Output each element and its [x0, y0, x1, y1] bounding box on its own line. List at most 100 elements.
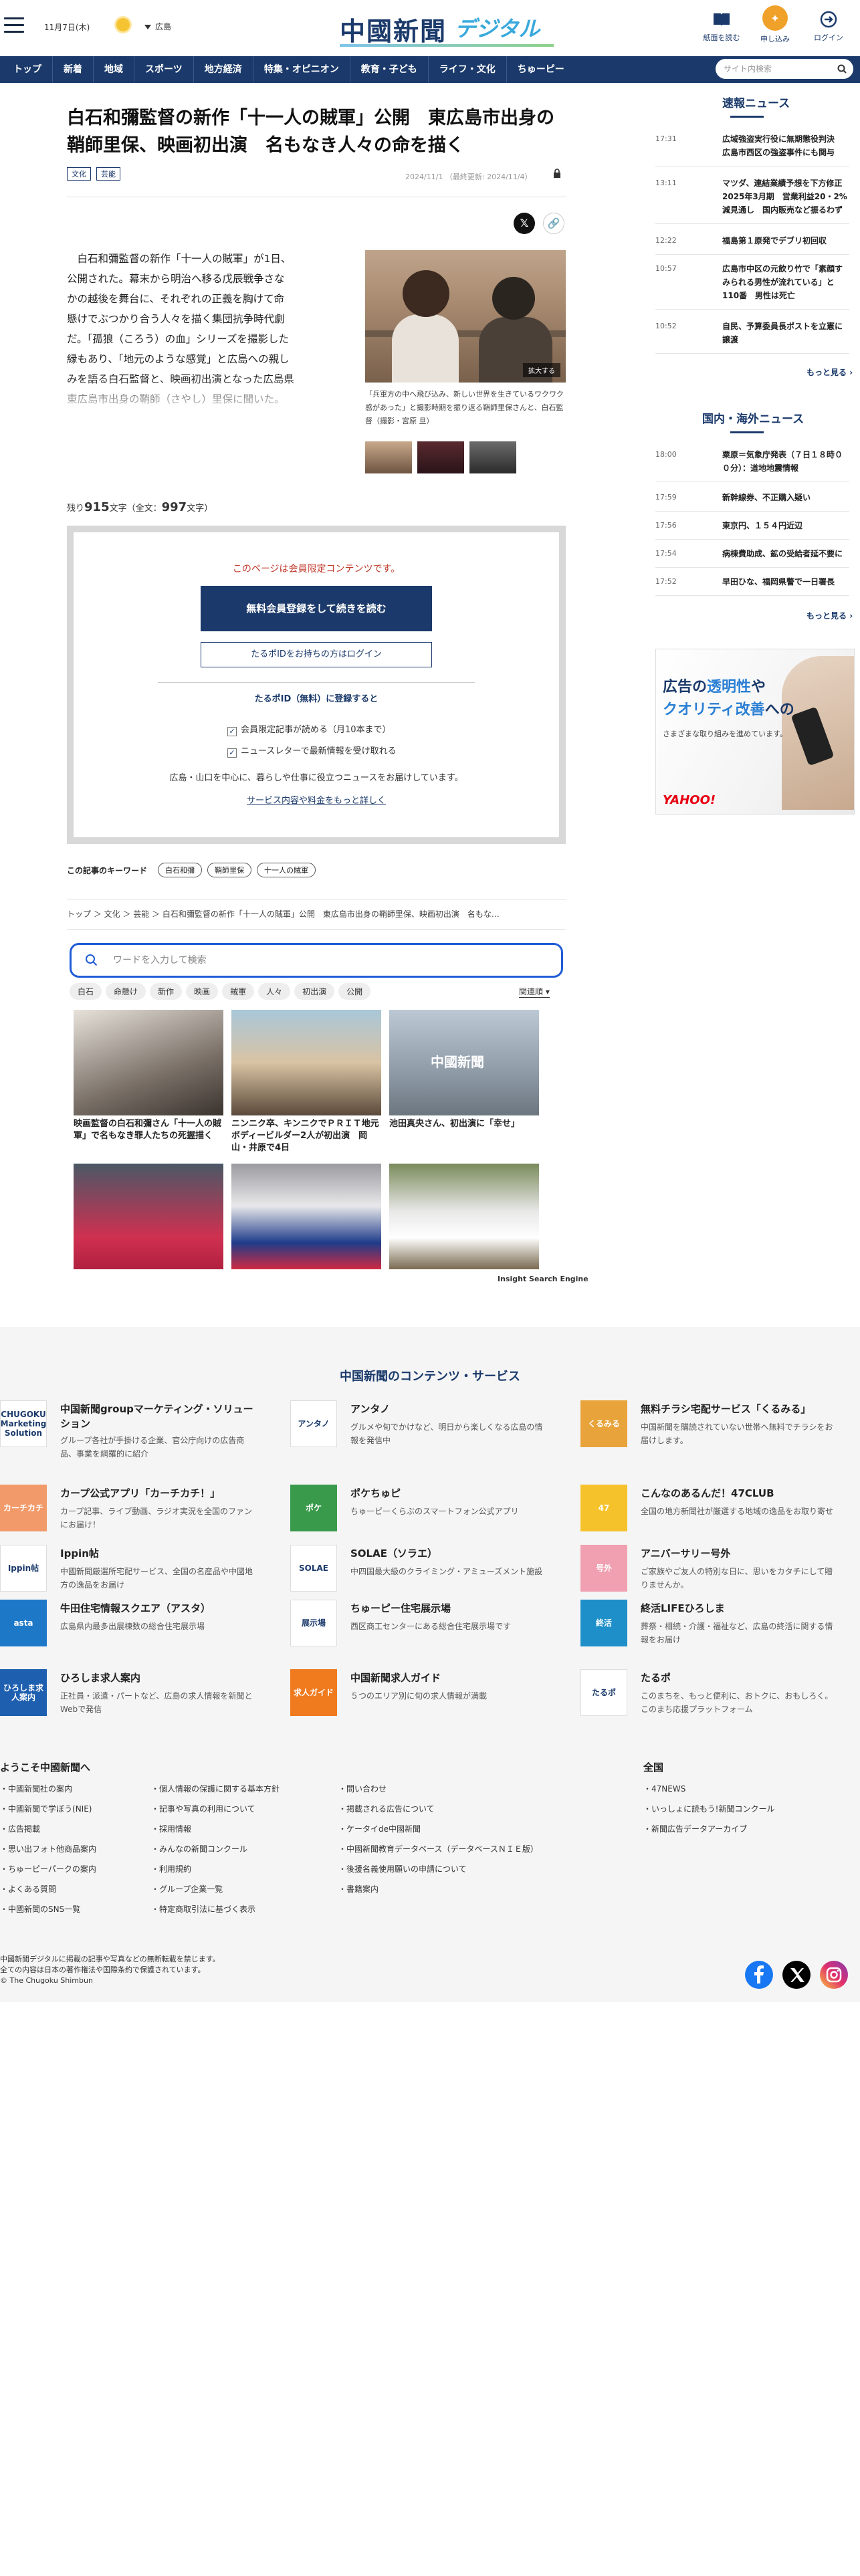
footer-link[interactable]: 思い出フォト他商品案内 [0, 1839, 96, 1859]
result-card[interactable]: 映画監督の白石和彌さん「十一人の賊軍」で名もなき罪人たちの死握描く [74, 1010, 223, 1142]
keyword-chip[interactable]: 白石和彌 [158, 863, 203, 877]
footer-link[interactable]: ケータイde中國新聞 [338, 1819, 538, 1839]
nav-item-chupy[interactable]: ちゅーピー [507, 56, 575, 83]
news-item[interactable]: 13:11 マツダ、連結業績予想を下方修正 2025年3月期 営業利益20・2%減… [655, 177, 850, 224]
site-logo[interactable]: 中國新聞 デジタル [340, 7, 560, 47]
nav-item-opinion[interactable]: 特集・オピニオン [253, 56, 350, 83]
footer-link[interactable]: 広告掲載 [0, 1819, 96, 1839]
x-icon[interactable] [782, 1961, 811, 1989]
footer-link[interactable]: 特定商取引法に基づく表示 [151, 1899, 280, 1919]
service-item[interactable]: CHUGOKU Marketing Solution 中国新聞groupマーケティ… [0, 1400, 254, 1459]
register-button[interactable]: 無料会員登録をして続きを読む [201, 586, 432, 631]
service-item[interactable]: ひろしま求人案内 ひろしま求人案内 正社員・派遣・パートなど、広島の求人情報を新聞と… [0, 1669, 254, 1723]
insight-chip[interactable]: 映画 [186, 983, 219, 1000]
result-card[interactable]: ニンニク卒、キンニクでＰＲＩＴ地元ボディービルダー2人が初出演 岡山・井原で4日 [231, 1010, 381, 1154]
footer-link[interactable]: 個人情報の保護に関する基本方針 [151, 1779, 280, 1799]
insight-chip[interactable]: 初出演 [294, 983, 335, 1000]
insight-chip[interactable]: 公開 [338, 983, 371, 1000]
news-item[interactable]: 17:56 東京円、１５４円近辺 [655, 519, 849, 540]
thumbnail-2[interactable] [417, 441, 464, 473]
news-item[interactable]: 18:00 粟原＝気象庁発表（７日１８時００分）：道地地震情報 [655, 448, 849, 482]
nav-item-economy[interactable]: 地方経済 [194, 56, 253, 83]
keyword-chip[interactable]: 十一人の賊軍 [257, 863, 316, 877]
news-item[interactable]: 17:59 新幹線券、不正購入疑い [655, 491, 849, 512]
footer-link[interactable]: 中國新聞教育データベース（データベースＮＩＥ版） [338, 1839, 538, 1859]
area-selector[interactable]: 広島 [144, 21, 171, 32]
footer-link[interactable]: 中國新聞で学ぼう(NIE) [0, 1799, 96, 1819]
instagram-icon[interactable] [820, 1961, 848, 1989]
more-link[interactable]: もっと見る › [807, 366, 853, 378]
link-copy-icon[interactable]: 🔗 [543, 213, 564, 234]
insight-chip[interactable]: 新作 [150, 983, 183, 1000]
footer-link[interactable]: ちゅーピーパークの案内 [0, 1859, 96, 1879]
nav-item-new[interactable]: 新着 [53, 56, 94, 83]
service-item[interactable]: カーチカチ カープ公式アプリ「カーチカチ！」 カープ記事、ライブ動画、ラジオ実況を全… [0, 1485, 254, 1538]
site-search-input[interactable]: サイト内検索 [716, 59, 853, 79]
service-item[interactable]: Ippin帖 Ippin帖 中國新聞厳選所宅配サービス、全国の名産品や中國地方の逸品… [0, 1545, 254, 1598]
service-item[interactable]: SOLAE SOLAE（ソラエ） 中四国最大級のクライミング・アミューズメント施設 [290, 1545, 544, 1598]
service-item[interactable]: 号外 アニバーサリー号外 ご家族やご友人の特別な日に、思いをカタチにして贈りませんか… [580, 1545, 835, 1598]
footer-link[interactable]: 後援名義使用願いの申請について [338, 1859, 538, 1879]
news-item[interactable]: 10:52 自民、予算委員長ポストを立憲に譲渡 [655, 320, 849, 354]
sun-weather-icon[interactable] [116, 18, 130, 31]
insight-chip[interactable]: 賊軍 [222, 983, 255, 1000]
keyword-chip[interactable]: 鞘師里保 [207, 863, 252, 877]
footer-link[interactable]: 中國新聞のSNS一覧 [0, 1899, 96, 1919]
nav-item-education[interactable]: 教育・子ども [350, 56, 429, 83]
more-link[interactable]: もっと見る › [807, 610, 853, 621]
nav-item-region[interactable]: 地域 [94, 56, 134, 83]
search-icon[interactable] [837, 64, 847, 74]
insight-chip[interactable]: 白石 [70, 983, 102, 1000]
news-item[interactable]: 17:52 早田ひな、福岡県警で一日署長 [655, 575, 849, 596]
thumbnail-1[interactable] [365, 441, 412, 473]
service-item[interactable]: asta 牛田住宅情報スクエア（アスタ） 広島県内最多出展棟数の総合住宅展示場 [0, 1600, 254, 1653]
tag-entertainment[interactable]: 芸能 [96, 167, 120, 181]
service-item[interactable]: 終活 終活LIFEひろしま 葬祭・相続・介護・福祉など、広島の終活に関する情報をお届… [580, 1600, 835, 1653]
service-details-link[interactable]: サービス内容や料金をもっと詳しく [74, 793, 559, 806]
insight-chip[interactable]: 命懸け [106, 983, 146, 1000]
breadcrumb[interactable]: トップ ＞ 文化 ＞ 芸能 ＞ 白石和彌監督の新作「十一人の賊軍」公開 東広島市… [67, 899, 566, 930]
facebook-icon[interactable] [745, 1961, 773, 1989]
tag-culture[interactable]: 文化 [67, 167, 91, 181]
service-item[interactable]: くるみる 無料チラシ宅配サービス「くるみる」 中国新聞を購読されていない世帯へ無料で… [580, 1400, 835, 1454]
footer-link[interactable]: 掲載される広告について [338, 1799, 538, 1819]
news-item[interactable]: 17:31 広域強盗実行役に無期懲役判決 広島市西区の強盗事件にも関与 [655, 132, 849, 167]
service-item[interactable]: 47 こんなのあるんだ！47CLUB 全国の地方新聞社が厳選する地域の逸品をお取り寄… [580, 1485, 835, 1538]
footer-link[interactable]: 問い合わせ [338, 1779, 538, 1799]
result-card[interactable]: 中國新聞 池田真央さん、初出演に「幸せ」 [389, 1010, 539, 1130]
taru-login-button[interactable]: たるポIDをお持ちの方はログイン [201, 642, 432, 667]
footer-link[interactable]: 新聞広告データアーカイブ [643, 1819, 774, 1839]
thumbnail-3[interactable] [469, 441, 516, 473]
footer-link[interactable]: 中國新聞社の案内 [0, 1779, 96, 1799]
nav-item-top[interactable]: トップ [3, 56, 53, 83]
news-item[interactable]: 10:57 広島市中区の元飲り竹で「素顔すみられる男性が流れている」と110番 男… [655, 262, 849, 310]
result-card[interactable] [389, 1164, 539, 1269]
nav-item-life[interactable]: ライフ・文化 [429, 56, 507, 83]
service-item[interactable]: 求人ガイド 中国新聞求人ガイド ５つのエリア別に旬の求人情報が満載 [290, 1669, 544, 1723]
result-card[interactable] [74, 1164, 223, 1269]
footer-link[interactable]: みんなの新聞コンクール [151, 1839, 280, 1859]
news-item[interactable]: 17:54 病棟費助成、鉱の受給者延不要に [655, 547, 849, 568]
footer-link[interactable]: 47NEWS [643, 1779, 774, 1799]
apply-button[interactable]: ✦ 申し込み [753, 5, 797, 44]
footer-link[interactable]: 記事や写真の利用について [151, 1799, 280, 1819]
article-photo[interactable]: 拡大する [365, 250, 566, 383]
footer-link[interactable]: 利用規約 [151, 1859, 280, 1879]
menu-icon[interactable] [4, 17, 24, 33]
nav-item-sports[interactable]: スポーツ [134, 56, 194, 83]
footer-link[interactable]: グループ企業一覧 [151, 1879, 280, 1899]
login-button[interactable]: ログイン [807, 5, 851, 43]
footer-link[interactable]: 書籍案内 [338, 1879, 538, 1899]
result-card[interactable] [231, 1164, 381, 1269]
insight-search-input[interactable]: ワードを入力して検索 [70, 943, 563, 978]
service-item[interactable]: 展示場 ちゅーピー住宅展示場 西区商工センターにある総合住宅展示場です [290, 1600, 544, 1653]
sidebar-ad[interactable]: 広告の透明性や クオリティ改善への さまざまな取り組みを進めています。 YAHOO… [655, 649, 855, 815]
read-paper-button[interactable]: 紙面を読む [700, 5, 744, 43]
service-item[interactable]: たるポ たるポ このまちを、もっと便利に、おトクに、おもしろく。このまち応援プラット… [580, 1669, 835, 1723]
enlarge-button[interactable]: 拡大する [523, 363, 560, 377]
x-share-icon[interactable]: 𝕏 [514, 213, 535, 234]
news-item[interactable]: 12:22 福島第１原発でデブリ初回収 [655, 234, 849, 255]
footer-link[interactable]: 採用情報 [151, 1819, 280, 1839]
service-item[interactable]: ポケ ポケちゅピ ちゅーピーくらぶのスマートフォン公式アプリ [290, 1485, 544, 1538]
insight-chip[interactable]: 人々 [258, 983, 291, 1000]
